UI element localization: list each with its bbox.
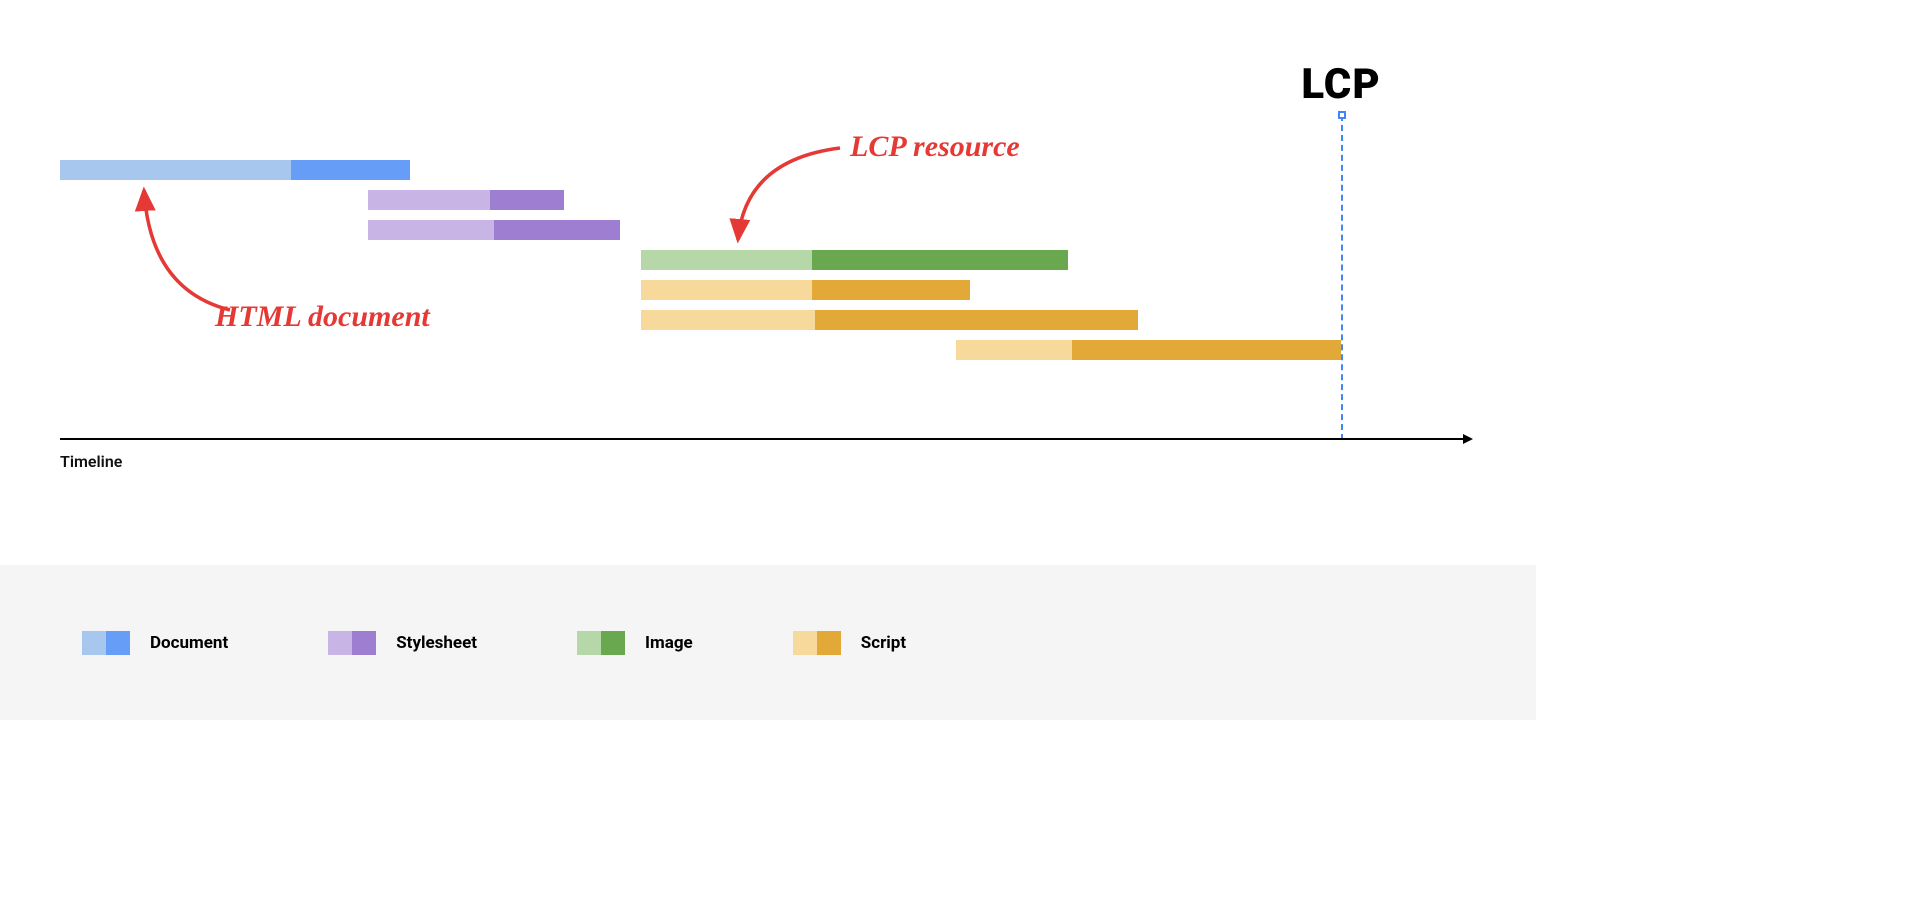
legend-label: Stylesheet (396, 633, 477, 653)
annotation-lcp-resource: LCP resource (850, 130, 1020, 164)
lcp-marker-line (1341, 115, 1343, 440)
waterfall-bar-image (641, 250, 1068, 270)
waterfall-bar-script (641, 310, 1138, 330)
legend-swatch-icon (793, 631, 841, 655)
timeline-axis-label: Timeline (60, 452, 122, 471)
legend-item-document: Document (82, 631, 228, 655)
legend-swatch-icon (328, 631, 376, 655)
legend-swatch-icon (82, 631, 130, 655)
legend-label: Image (645, 633, 693, 653)
waterfall-bar-script (956, 340, 1341, 360)
annotation-html-document: HTML document (215, 300, 430, 334)
waterfall-chart (60, 60, 1460, 440)
legend-item-image: Image (577, 631, 693, 655)
legend-swatch-icon (577, 631, 625, 655)
legend-label: Script (861, 633, 906, 653)
legend-item-script: Script (793, 631, 906, 655)
waterfall-bar-document (60, 160, 410, 180)
lcp-title: LCP (1301, 60, 1380, 109)
waterfall-bar-script (641, 280, 970, 300)
waterfall-bar-stylesheet (368, 190, 564, 210)
legend-label: Document (150, 633, 228, 653)
waterfall-bar-stylesheet (368, 220, 620, 240)
lcp-marker-icon (1338, 111, 1346, 119)
legend-item-stylesheet: Stylesheet (328, 631, 477, 655)
timeline-axis (60, 438, 1465, 440)
legend: Document Stylesheet Image Script (0, 565, 1536, 720)
